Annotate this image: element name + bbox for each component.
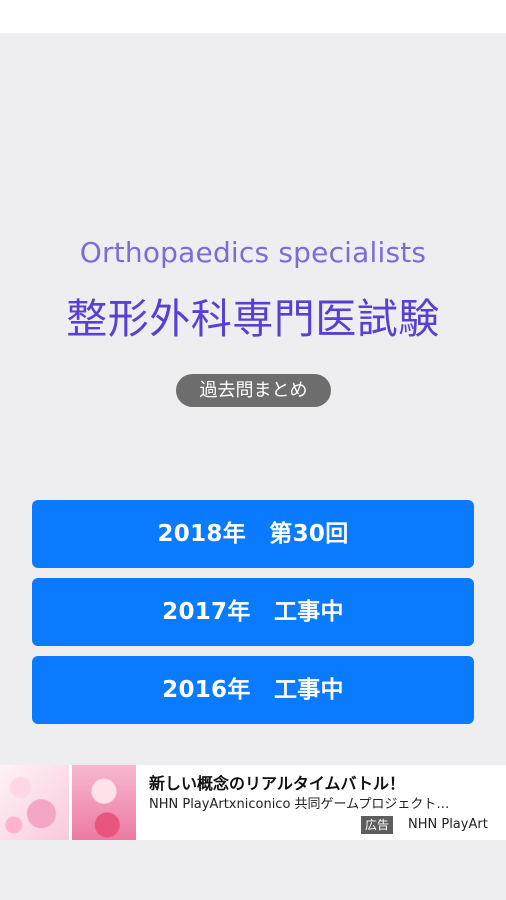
ad-description: NHN PlayArtxniconico 共同ゲームプロジェクト… xyxy=(149,797,450,812)
ad-title: 新しい概念のリアルタイムバトル！ xyxy=(149,774,406,793)
ad-label-badge: 広告 xyxy=(361,816,394,834)
year-2016-button[interactable]: 2016年 工事中 xyxy=(32,656,474,724)
year-2018-button[interactable]: 2018年 第30回 xyxy=(32,500,474,568)
ad-thumbnail-image xyxy=(0,765,69,840)
past-questions-badge: 過去問まとめ xyxy=(176,374,331,407)
app-subtitle: Orthopaedics specialists xyxy=(79,236,427,269)
ad-banner[interactable]: 新しい概念のリアルタイムバトル！ NHN PlayArtxniconico 共同… xyxy=(0,765,506,840)
year-2017-button[interactable]: 2017年 工事中 xyxy=(32,578,474,646)
ad-advertiser-name: NHN PlayArt xyxy=(408,817,488,832)
app-title: 整形外科専門医試験 xyxy=(66,295,440,343)
ad-thumbnail-image-secondary xyxy=(72,765,136,840)
